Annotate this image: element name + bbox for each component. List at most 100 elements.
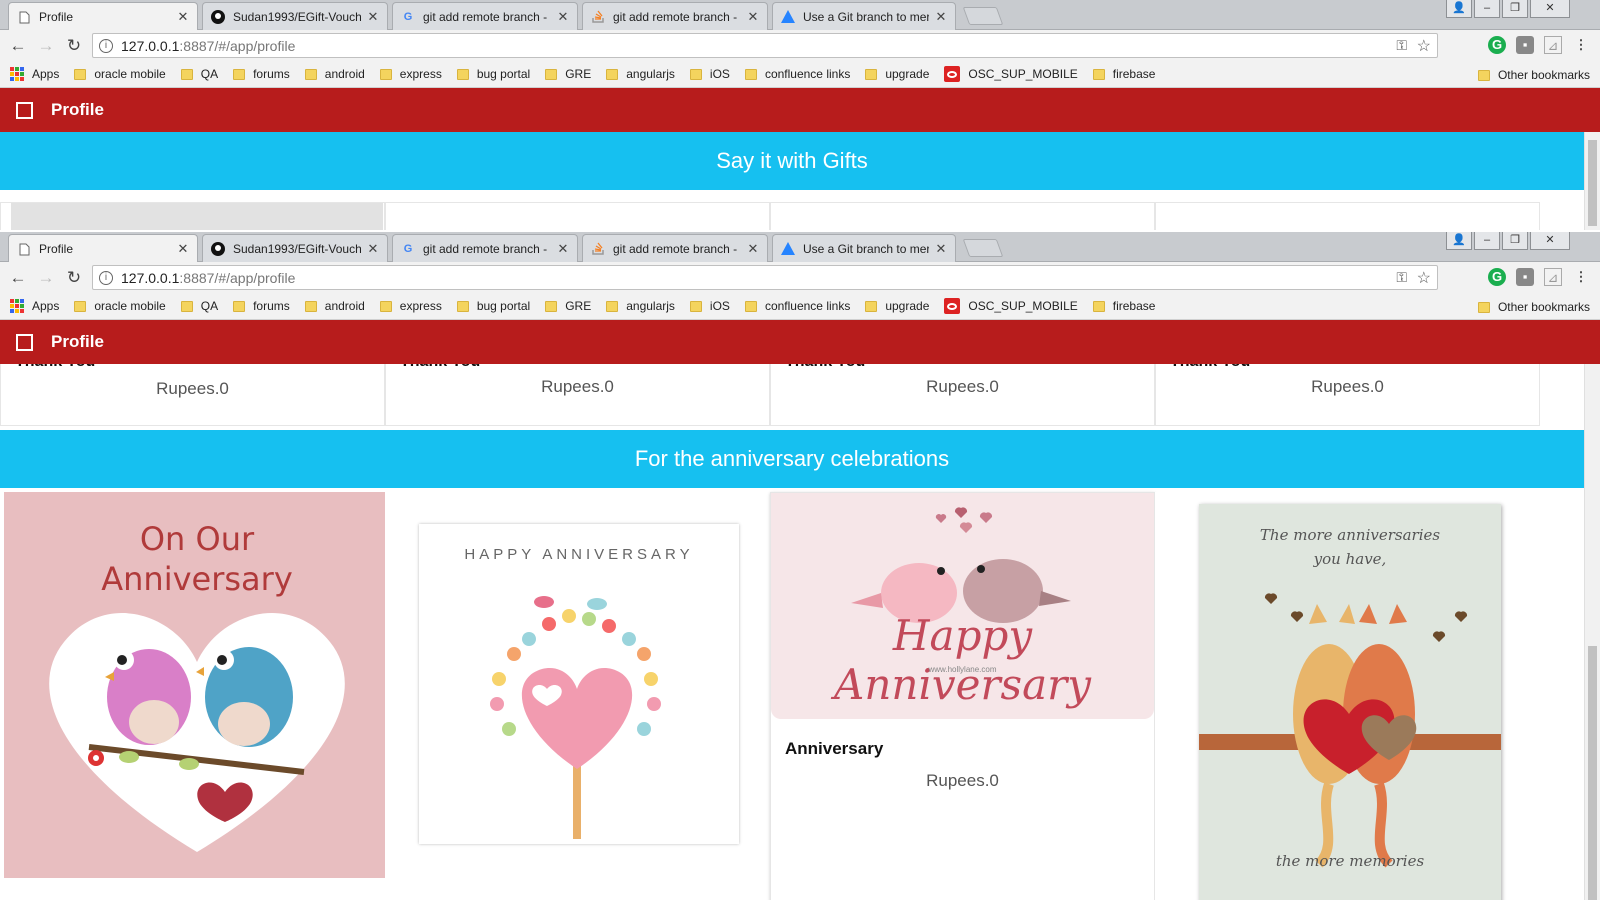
extension-icon[interactable]: ⊿	[1544, 36, 1562, 54]
new-tab-button[interactable]	[962, 239, 1004, 257]
grammarly-icon[interactable]: G	[1488, 268, 1506, 286]
forward-icon[interactable]: →	[34, 266, 58, 290]
minimize-button[interactable]: –	[1474, 232, 1500, 250]
bookmark-folder[interactable]: iOS	[689, 67, 730, 81]
tab-stackoverflow[interactable]: git add remote branch - ✕	[582, 234, 768, 262]
gift-card[interactable]: On Our Anniversary	[0, 492, 385, 900]
grammarly-icon[interactable]: G	[1488, 36, 1506, 54]
gift-card[interactable]: HAPPY ANNIVERSARY	[385, 492, 770, 900]
close-icon[interactable]: ✕	[177, 241, 189, 257]
close-icon[interactable]: ✕	[935, 9, 947, 25]
key-icon[interactable]: ⚿	[1396, 37, 1407, 54]
menu-icon[interactable]: ⋮	[1572, 36, 1590, 54]
gift-card[interactable]	[0, 202, 385, 230]
restore-button[interactable]: ❐	[1502, 232, 1528, 250]
bookmark-osc[interactable]: OSC_SUP_MOBILE	[944, 66, 1078, 82]
browser-toolbar: ← → ↻ i 127.0.0.1:8887/#/app/profile ⚿ ☆…	[0, 262, 1600, 293]
gift-card[interactable]	[770, 202, 1155, 230]
close-icon[interactable]: ✕	[557, 9, 569, 25]
gift-card[interactable]: Thank You Rupees.0	[385, 356, 770, 426]
back-icon[interactable]: ←	[6, 34, 30, 58]
other-bookmarks[interactable]: Other bookmarks	[1477, 68, 1590, 82]
close-window-button[interactable]: ✕	[1530, 232, 1570, 250]
close-icon[interactable]: ✕	[367, 9, 379, 25]
scrollbar[interactable]	[1584, 132, 1600, 230]
other-bookmarks[interactable]: Other bookmarks	[1477, 300, 1590, 314]
info-icon[interactable]: i	[99, 270, 113, 285]
close-icon[interactable]: ✕	[935, 241, 947, 257]
bookmark-folder[interactable]: firebase	[1092, 67, 1155, 81]
close-icon[interactable]: ✕	[367, 241, 379, 257]
bookmark-folder[interactable]: upgrade	[865, 67, 929, 81]
bookmark-folder[interactable]: QA	[180, 299, 218, 313]
bookmark-folder[interactable]: forums	[233, 299, 290, 313]
profile-icon[interactable]: 👤	[1446, 232, 1472, 250]
scrollbar[interactable]: ▲	[1584, 356, 1600, 900]
bookmark-folder[interactable]: angularjs	[606, 67, 675, 81]
restore-button[interactable]: ❐	[1502, 0, 1528, 18]
bookmark-folder[interactable]: express	[379, 299, 442, 313]
bookmark-folder[interactable]: forums	[233, 67, 290, 81]
gift-card[interactable]: Happy Anniversary www.hollylane.com Anni…	[770, 492, 1155, 900]
tab-google[interactable]: G git add remote branch - ✕	[392, 2, 578, 30]
gift-card[interactable]: Thank You Rupees.0	[770, 356, 1155, 426]
extension-icon[interactable]: ▪	[1516, 268, 1534, 286]
gift-card[interactable]	[1155, 202, 1540, 230]
minimize-button[interactable]: –	[1474, 0, 1500, 18]
star-icon[interactable]: ☆	[1417, 268, 1431, 288]
forward-icon[interactable]: →	[34, 34, 58, 58]
bookmark-folder[interactable]: angularjs	[606, 299, 675, 313]
bookmark-folder[interactable]: upgrade	[865, 299, 929, 313]
bookmark-osc[interactable]: OSC_SUP_MOBILE	[944, 298, 1078, 314]
key-icon[interactable]: ⚿	[1396, 269, 1407, 286]
back-icon[interactable]: ←	[6, 266, 30, 290]
bookmark-folder[interactable]: confluence links	[744, 299, 850, 313]
tab-profile[interactable]: Profile ✕	[8, 234, 198, 263]
tab-atlassian[interactable]: Use a Git branch to merg ✕	[772, 2, 956, 30]
tab-github[interactable]: Sudan1993/EGift-Vouche ✕	[202, 2, 388, 30]
address-bar[interactable]: i 127.0.0.1:8887/#/app/profile ⚿ ☆	[92, 265, 1438, 290]
gift-card[interactable]	[385, 202, 770, 230]
gift-card[interactable]: Thank You Rupees.0	[1155, 356, 1540, 426]
card-row: On Our Anniversary HAPPY ANNIVERSARY Hap…	[0, 492, 1584, 900]
bookmark-folder[interactable]: oracle mobile	[74, 299, 166, 313]
bookmark-apps[interactable]: Apps	[10, 299, 59, 313]
close-icon[interactable]: ✕	[557, 241, 569, 257]
bookmark-folder[interactable]: android	[304, 67, 365, 81]
tab-profile[interactable]: Profile ✕	[8, 2, 198, 31]
bookmark-folder[interactable]: confluence links	[744, 67, 850, 81]
info-icon[interactable]: i	[99, 38, 113, 53]
tab-atlassian[interactable]: Use a Git branch to merg ✕	[772, 234, 956, 262]
gift-card[interactable]: The more anniversaries you have, the mor…	[1155, 492, 1540, 900]
bookmark-folder[interactable]: bug portal	[456, 67, 530, 81]
gift-card[interactable]: Thank You Rupees.0	[0, 356, 385, 426]
bookmark-apps[interactable]: Apps	[10, 67, 59, 81]
bookmark-folder[interactable]: QA	[180, 67, 218, 81]
menu-toggle[interactable]	[16, 333, 33, 351]
star-icon[interactable]: ☆	[1417, 36, 1431, 56]
new-tab-button[interactable]	[962, 7, 1004, 25]
bookmark-folder[interactable]: android	[304, 299, 365, 313]
tab-google[interactable]: G git add remote branch - ✕	[392, 234, 578, 262]
bookmark-folder[interactable]: firebase	[1092, 299, 1155, 313]
menu-icon[interactable]: ⋮	[1572, 268, 1590, 286]
close-icon[interactable]: ✕	[747, 9, 759, 25]
tab-stackoverflow[interactable]: git add remote branch - ✕	[582, 2, 768, 30]
bookmark-folder[interactable]: oracle mobile	[74, 67, 166, 81]
bookmark-folder[interactable]: express	[379, 67, 442, 81]
bookmark-folder[interactable]: bug portal	[456, 299, 530, 313]
bookmark-folder[interactable]: GRE	[545, 299, 591, 313]
extension-icon[interactable]: ▪	[1516, 36, 1534, 54]
reload-icon[interactable]: ↻	[62, 34, 86, 58]
close-window-button[interactable]: ✕	[1530, 0, 1570, 18]
profile-icon[interactable]: 👤	[1446, 0, 1472, 18]
bookmark-folder[interactable]: GRE	[545, 67, 591, 81]
close-icon[interactable]: ✕	[177, 9, 189, 25]
extension-icon[interactable]: ⊿	[1544, 268, 1562, 286]
close-icon[interactable]: ✕	[747, 241, 759, 257]
address-bar[interactable]: i 127.0.0.1:8887/#/app/profile ⚿ ☆	[92, 33, 1438, 58]
menu-toggle[interactable]	[16, 101, 33, 119]
reload-icon[interactable]: ↻	[62, 266, 86, 290]
tab-github[interactable]: Sudan1993/EGift-Vouche ✕	[202, 234, 388, 262]
bookmark-folder[interactable]: iOS	[689, 299, 730, 313]
